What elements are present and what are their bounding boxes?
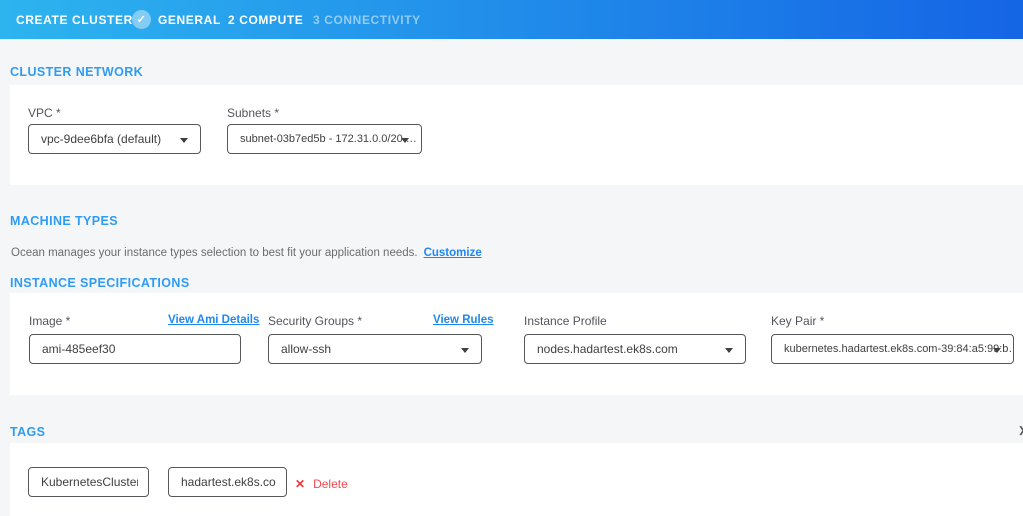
customize-link[interactable]: Customize [424,247,482,259]
step-completed-check-icon: ✓ [132,10,151,29]
machine-types-description: Ocean manages your instance types select… [11,247,482,259]
key-pair-label: Key Pair * [771,314,824,328]
instance-specifications-heading: INSTANCE SPECIFICATIONS [10,276,190,290]
chevron-down-icon [993,348,1001,353]
cluster-network-heading: CLUSTER NETWORK [10,65,143,79]
tab-general-label: GENERAL [158,13,221,27]
vpc-label: VPC * [28,106,61,120]
subnets-select-value: subnet-03b7ed5b - 172.31.0.0/20 … [240,133,417,145]
section-collapse-chevron-icon[interactable]: ❯ [1018,425,1023,436]
subnets-label: Subnets * [227,106,279,120]
tags-card [10,443,1023,516]
tab-general[interactable]: ✓ GENERAL [132,0,221,39]
wizard-title: CREATE CLUSTER [16,0,133,39]
chevron-down-icon [180,138,188,143]
tab-compute[interactable]: 2 COMPUTE [228,0,303,39]
machine-types-description-text: Ocean manages your instance types select… [11,247,418,259]
machine-types-heading: MACHINE TYPES [10,214,118,228]
tag-delete-label: Delete [313,477,348,491]
wizard-header: CREATE CLUSTER ✓ GENERAL 2 COMPUTE 3 CON… [0,0,1023,39]
security-groups-select[interactable]: allow-ssh [268,334,482,364]
subnets-select[interactable]: subnet-03b7ed5b - 172.31.0.0/20 … [227,124,422,154]
vpc-select-value: vpc-9dee6bfa (default) [41,132,161,146]
tab-connectivity-label: 3 CONNECTIVITY [313,13,421,27]
view-rules-link[interactable]: View Rules [433,314,494,326]
image-label: Image * [29,314,70,328]
tag-value-input[interactable] [168,467,287,497]
instance-profile-select-value: nodes.hadartest.ek8s.com [537,342,678,356]
tag-delete-button[interactable]: ✕ Delete [295,477,348,491]
tab-connectivity[interactable]: 3 CONNECTIVITY [313,0,421,39]
chevron-down-icon [461,348,469,353]
key-pair-select[interactable]: kubernetes.hadartest.ek8s.com-39:84:a5:9… [771,334,1014,364]
image-input[interactable] [29,334,241,364]
tag-key-input[interactable] [28,467,149,497]
security-groups-select-value: allow-ssh [281,342,331,356]
vpc-select[interactable]: vpc-9dee6bfa (default) [28,124,201,154]
view-ami-details-link[interactable]: View Ami Details [168,314,259,326]
delete-x-icon: ✕ [295,477,305,491]
chevron-down-icon [725,348,733,353]
tags-heading: TAGS [10,425,45,439]
chevron-down-icon [401,138,409,143]
instance-profile-select[interactable]: nodes.hadartest.ek8s.com [524,334,746,364]
instance-profile-label: Instance Profile [524,314,607,328]
tab-compute-label: 2 COMPUTE [228,13,303,27]
security-groups-label: Security Groups * [268,314,362,328]
key-pair-select-value: kubernetes.hadartest.ek8s.com-39:84:a5:9… [784,343,1014,355]
